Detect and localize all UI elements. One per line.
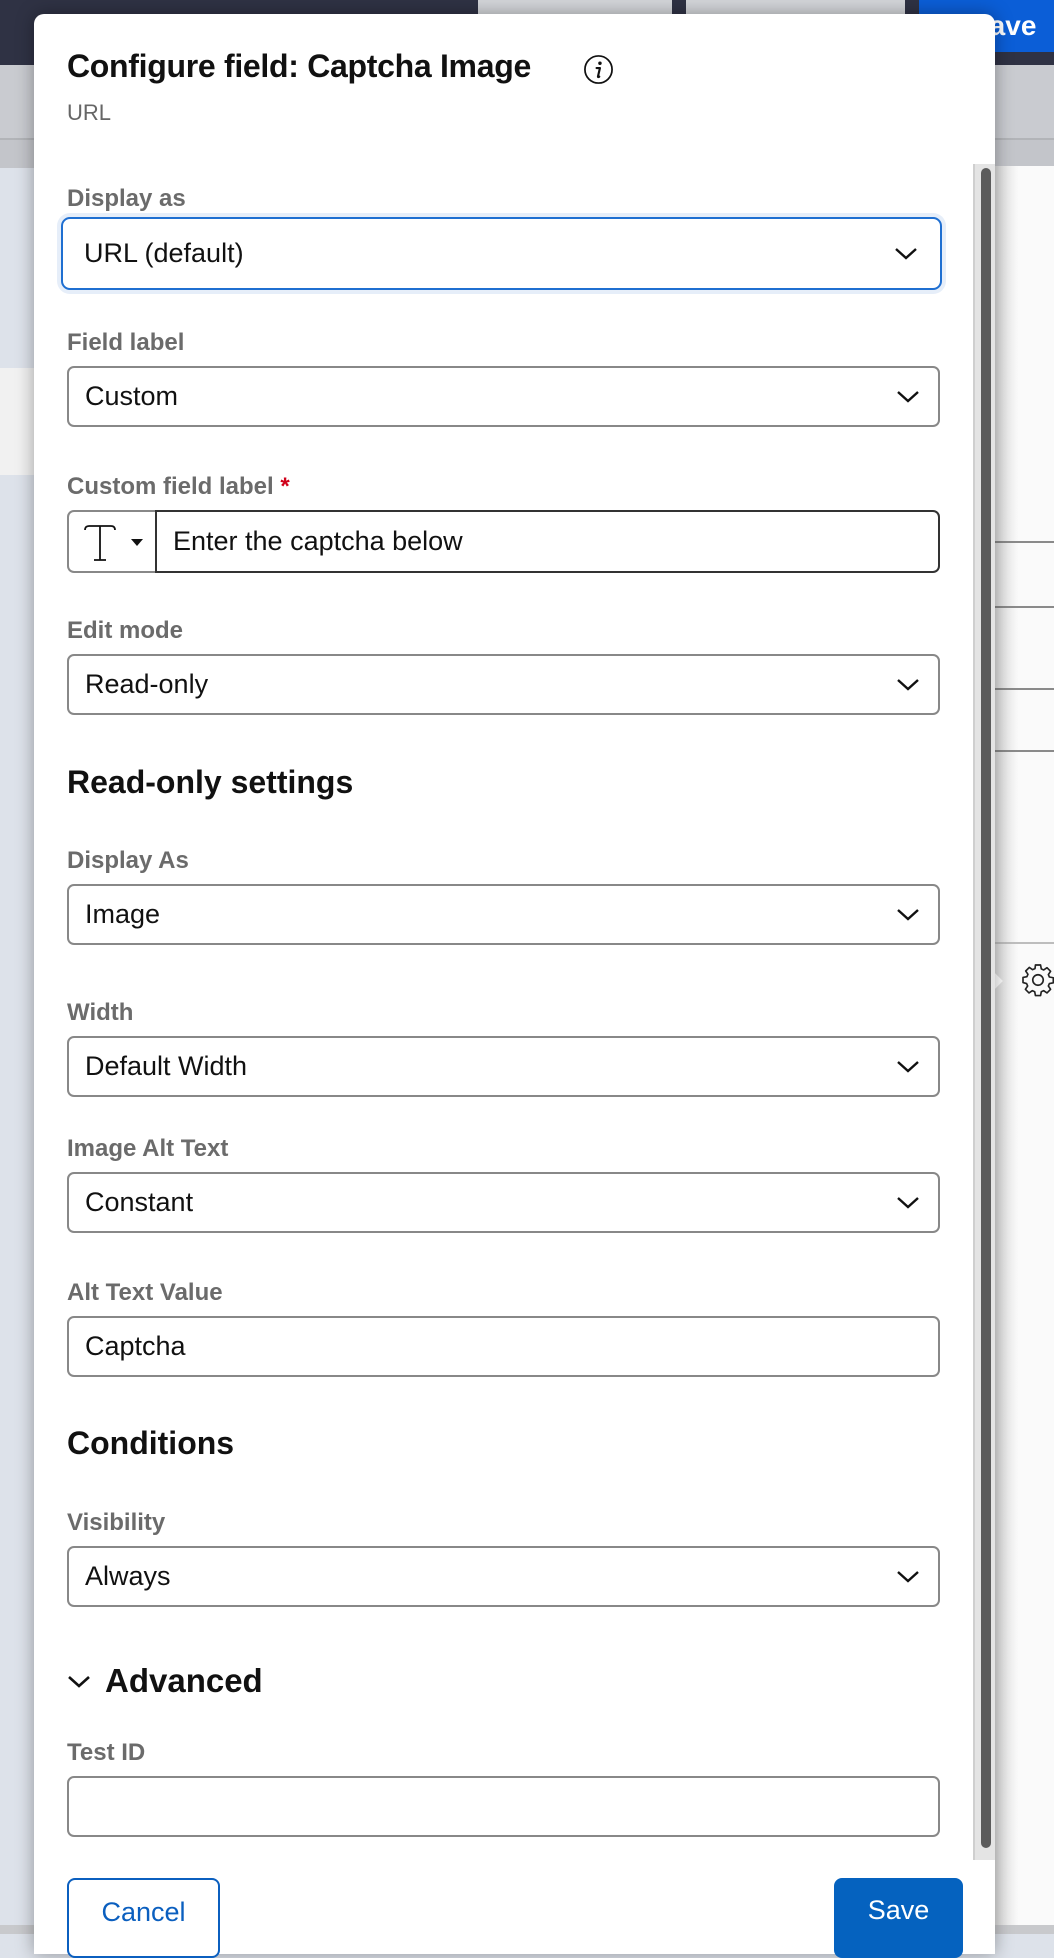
custom-field-label-input[interactable]: Enter the captcha below [155, 510, 940, 573]
chevron-down-icon [897, 1571, 919, 1583]
visibility-value: Always [85, 1561, 171, 1591]
edit-mode-value: Read-only [85, 669, 209, 699]
background-canvas [995, 166, 1054, 1934]
chevron-down-icon [897, 391, 919, 403]
text-type-icon [84, 525, 116, 561]
width-label: Width [67, 999, 134, 1026]
field-label-select[interactable]: Custom [67, 366, 940, 427]
edit-mode-label: Edit mode [67, 617, 184, 644]
read-only-settings-heading: Read-only settings [67, 764, 354, 800]
caret-down-icon [131, 539, 143, 546]
chevron-down-icon [897, 679, 919, 691]
chevron-down-icon [895, 248, 917, 260]
width-value: Default Width [85, 1051, 248, 1081]
visibility-select[interactable]: Always [67, 1546, 940, 1607]
required-indicator: * [280, 473, 290, 500]
chevron-down-icon [897, 1197, 919, 1209]
custom-field-label-text: Custom field label [67, 473, 274, 500]
scrollbar[interactable] [973, 164, 995, 1860]
image-alt-text-value: Constant [85, 1187, 194, 1217]
display-as-select[interactable]: URL (default) [61, 217, 942, 290]
test-id-label: Test ID [67, 1739, 146, 1766]
chevron-down-icon [897, 1061, 919, 1073]
dialog-subtitle: URL [67, 100, 112, 125]
alt-text-value: Captcha [85, 1331, 186, 1361]
width-select[interactable]: Default Width [67, 1036, 940, 1097]
info-icon[interactable] [583, 54, 614, 85]
advanced-heading: Advanced [105, 1662, 263, 1699]
edit-mode-select[interactable]: Read-only [67, 654, 940, 715]
scrollbar-thumb[interactable] [981, 168, 991, 1848]
advanced-toggle[interactable]: Advanced [67, 1662, 263, 1700]
background-divider [995, 688, 1054, 690]
ro-display-as-label: Display As [67, 847, 189, 874]
conditions-heading: Conditions [67, 1425, 235, 1461]
custom-field-label-label: Custom field label * [67, 473, 290, 501]
field-label-value: Custom [85, 381, 179, 411]
background-divider [995, 942, 1054, 944]
chevron-down-icon [68, 1676, 90, 1688]
ro-display-as-value: Image [85, 899, 161, 929]
display-as-value: URL (default) [84, 238, 244, 268]
alt-text-value-input[interactable]: Captcha [67, 1316, 940, 1377]
cancel-button[interactable]: Cancel [67, 1878, 220, 1958]
test-id-input[interactable] [67, 1776, 940, 1837]
background-divider [995, 750, 1054, 752]
alt-text-value-label: Alt Text Value [67, 1279, 223, 1306]
background-divider [995, 606, 1054, 608]
field-label-label: Field label [67, 329, 185, 356]
background-divider [995, 541, 1054, 543]
visibility-label: Visibility [67, 1509, 166, 1536]
dialog-title: Configure field: Captcha Image [67, 48, 531, 84]
text-type-menu-button[interactable] [67, 510, 155, 573]
configure-field-dialog: Configure field: Captcha Image URL Displ… [34, 14, 995, 1958]
image-alt-text-select[interactable]: Constant [67, 1172, 940, 1233]
save-button[interactable]: Save [834, 1878, 963, 1958]
gear-icon [1022, 964, 1054, 997]
image-alt-text-label: Image Alt Text [67, 1135, 229, 1162]
ro-display-as-select[interactable]: Image [67, 884, 940, 945]
custom-field-label-input-group: Enter the captcha below [67, 510, 940, 573]
chevron-down-icon [897, 909, 919, 921]
display-as-label: Display as [67, 185, 186, 212]
